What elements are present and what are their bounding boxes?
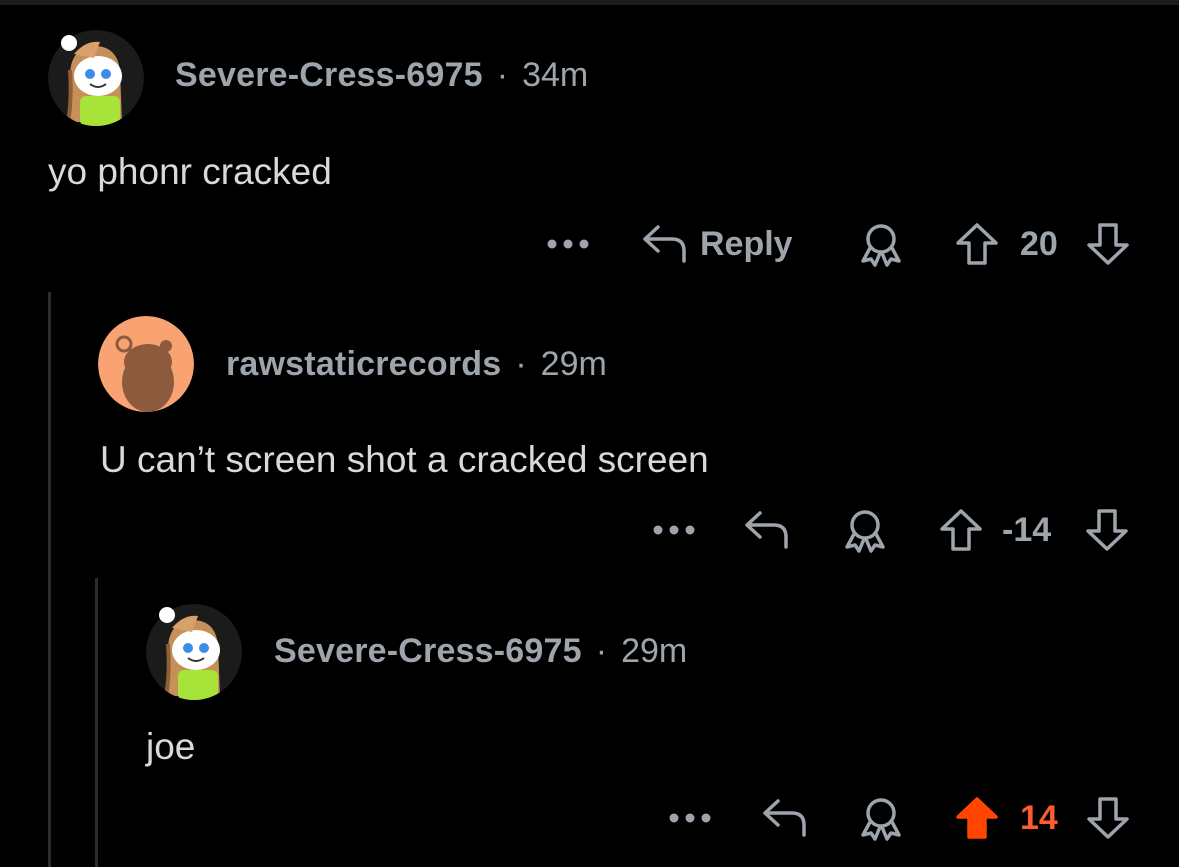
reply-button[interactable]	[762, 788, 808, 848]
more-icon	[653, 525, 695, 535]
reply-icon	[763, 799, 806, 837]
reply-button[interactable]	[744, 500, 790, 560]
comment-actions: 14	[0, 788, 1179, 848]
downvote-button[interactable]	[1085, 788, 1131, 848]
award-button[interactable]	[858, 788, 904, 848]
comment-body: U can’t screen shot a cracked screen	[100, 439, 709, 480]
separator: ·	[595, 632, 608, 670]
downvote-button[interactable]	[1085, 214, 1131, 274]
award-icon	[845, 510, 885, 553]
username[interactable]: Severe-Cress-6975	[274, 632, 582, 671]
more-button[interactable]	[652, 500, 696, 560]
more-button[interactable]	[668, 788, 712, 848]
username[interactable]: Severe-Cress-6975	[175, 56, 483, 95]
score-wrapper: 14	[1020, 788, 1058, 848]
award-icon	[861, 798, 901, 841]
reply-icon	[643, 225, 686, 263]
award-icon	[861, 224, 901, 267]
timestamp: 29m	[621, 632, 688, 670]
vote-score: 14	[1020, 798, 1058, 837]
timestamp: 34m	[522, 56, 589, 94]
username[interactable]: rawstaticrecords	[226, 345, 501, 384]
more-icon	[547, 239, 589, 249]
upvote-icon	[956, 223, 998, 265]
thread-line-level-1[interactable]	[48, 292, 51, 867]
online-dot-icon	[159, 607, 175, 623]
upvote-button[interactable]	[938, 500, 984, 560]
comment-body: joe	[146, 726, 196, 767]
snoo-silhouette-avatar	[98, 316, 194, 412]
downvote-button[interactable]	[1084, 500, 1130, 560]
score-wrapper: 20	[1020, 214, 1058, 274]
upvote-icon	[940, 509, 982, 551]
downvote-icon	[1087, 797, 1129, 839]
separator: ·	[515, 345, 527, 383]
online-dot-icon	[61, 35, 77, 51]
user-avatar[interactable]	[98, 316, 194, 412]
vote-score: -14	[1002, 510, 1052, 549]
comment-meta: rawstaticrecords · 29m	[226, 345, 607, 384]
timestamp: 29m	[540, 345, 607, 383]
upvote-button[interactable]	[954, 788, 1000, 848]
comment-actions: Reply 20	[0, 214, 1179, 274]
reply-icon	[745, 511, 788, 549]
comment-meta: Severe-Cress-6975 · 29m	[274, 632, 687, 671]
award-button[interactable]	[842, 500, 888, 560]
vote-score: 20	[1020, 224, 1058, 263]
comment-actions: -14	[0, 500, 1179, 560]
more-button[interactable]	[546, 214, 590, 274]
upvote-icon-active	[956, 797, 998, 839]
reply-button[interactable]: Reply	[642, 214, 793, 274]
downvote-icon	[1086, 509, 1128, 551]
upvote-button[interactable]	[954, 214, 1000, 274]
award-button[interactable]	[858, 214, 904, 274]
reply-label: Reply	[700, 224, 793, 263]
separator: ·	[496, 56, 509, 94]
comment-meta: Severe-Cress-6975 · 34m	[175, 56, 588, 95]
more-icon	[669, 813, 711, 823]
downvote-icon	[1087, 223, 1129, 265]
top-divider	[0, 0, 1179, 5]
score-wrapper: -14	[1002, 500, 1051, 560]
comment-body: yo phonr cracked	[48, 151, 332, 192]
